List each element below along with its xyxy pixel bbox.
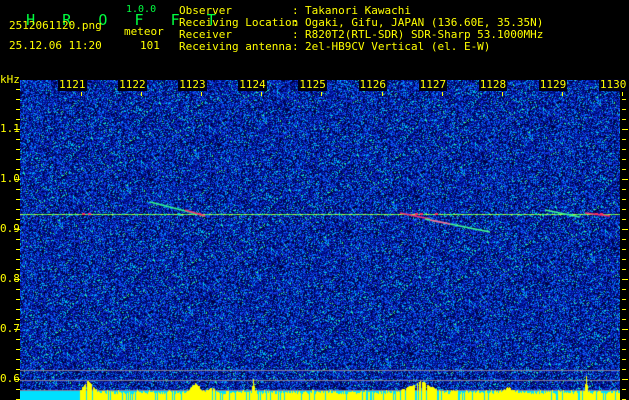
y-tick bbox=[622, 319, 626, 320]
y-tick bbox=[622, 369, 626, 370]
y-tick bbox=[622, 389, 626, 390]
meteor-label: meteor bbox=[124, 25, 164, 38]
y-tick bbox=[622, 279, 628, 280]
y-tick bbox=[16, 359, 20, 360]
y-tick bbox=[16, 299, 20, 300]
y-tick bbox=[16, 289, 20, 290]
y-tick bbox=[16, 159, 20, 160]
y-tick bbox=[16, 339, 20, 340]
y-tick bbox=[622, 329, 628, 330]
y-tick bbox=[622, 219, 626, 220]
y-tick bbox=[14, 329, 20, 330]
y-tick bbox=[16, 149, 20, 150]
x-tick-label: 1124 bbox=[238, 78, 267, 91]
x-tick bbox=[502, 92, 503, 96]
y-tick bbox=[16, 349, 20, 350]
y-tick bbox=[622, 259, 626, 260]
y-tick bbox=[16, 209, 20, 210]
y-tick bbox=[14, 129, 20, 130]
x-tick-label: 1127 bbox=[418, 78, 448, 91]
y-tick bbox=[622, 339, 626, 340]
info-label-antenna: Receiving antenna bbox=[179, 40, 292, 53]
y-tick bbox=[16, 319, 20, 320]
y-tick bbox=[622, 199, 626, 200]
x-tick bbox=[382, 92, 383, 96]
y-tick bbox=[16, 259, 20, 260]
y-tick bbox=[622, 309, 626, 310]
y-tick bbox=[622, 109, 626, 110]
app-version: 1.0.0 bbox=[126, 4, 157, 15]
y-tick bbox=[16, 249, 20, 250]
x-tick-label: 1129 bbox=[538, 78, 568, 91]
y-tick bbox=[622, 189, 626, 190]
y-tick bbox=[14, 229, 20, 230]
y-tick bbox=[16, 369, 20, 370]
y-tick bbox=[16, 389, 20, 390]
y-tick bbox=[622, 169, 626, 170]
y-tick bbox=[622, 139, 626, 140]
y-tick bbox=[622, 299, 626, 300]
x-tick bbox=[562, 92, 563, 96]
y-tick bbox=[622, 289, 626, 290]
y-tick bbox=[622, 269, 626, 270]
y-axis-unit: kHz bbox=[0, 73, 20, 86]
y-tick bbox=[622, 119, 626, 120]
x-tick-label: 1123 bbox=[178, 78, 207, 91]
y-tick bbox=[16, 199, 20, 200]
x-tick bbox=[141, 92, 142, 96]
y-tick bbox=[622, 149, 626, 150]
meteor-count: 101 bbox=[140, 39, 160, 52]
y-tick bbox=[622, 379, 628, 380]
y-tick bbox=[16, 169, 20, 170]
x-tick-label: 1130 bbox=[598, 78, 628, 91]
y-tick bbox=[14, 179, 20, 180]
x-tick bbox=[622, 92, 623, 96]
y-tick bbox=[622, 239, 626, 240]
y-tick bbox=[14, 279, 20, 280]
y-tick bbox=[16, 309, 20, 310]
x-tick-label: 1125 bbox=[298, 78, 327, 91]
y-tick bbox=[622, 349, 626, 350]
info-colon: : bbox=[292, 40, 299, 53]
x-tick bbox=[321, 92, 322, 96]
x-tick bbox=[261, 92, 262, 96]
y-tick bbox=[16, 99, 20, 100]
x-tick-label: 1126 bbox=[358, 78, 387, 91]
y-tick bbox=[16, 139, 20, 140]
x-tick-label: 1121 bbox=[58, 78, 87, 91]
info-value-antenna: 2el-HB9CV Vertical (el. E-W) bbox=[305, 40, 491, 53]
x-tick bbox=[81, 92, 82, 96]
y-tick bbox=[16, 219, 20, 220]
spectrogram bbox=[20, 80, 620, 400]
y-tick bbox=[622, 359, 626, 360]
y-tick bbox=[622, 249, 626, 250]
file-datetime: 25.12.06 11:20 bbox=[9, 39, 102, 52]
y-tick bbox=[14, 379, 20, 380]
y-tick bbox=[622, 179, 628, 180]
x-tick bbox=[442, 92, 443, 96]
y-tick bbox=[622, 99, 626, 100]
x-tick-label: 1122 bbox=[118, 78, 147, 91]
x-tick-label: 1128 bbox=[478, 78, 508, 91]
y-tick bbox=[16, 89, 20, 90]
y-tick bbox=[16, 269, 20, 270]
y-tick bbox=[16, 239, 20, 240]
y-tick bbox=[622, 209, 626, 210]
file-name: 2512061120.png bbox=[9, 19, 102, 32]
y-tick bbox=[622, 229, 628, 230]
y-tick bbox=[16, 119, 20, 120]
x-tick bbox=[201, 92, 202, 96]
y-tick bbox=[16, 109, 20, 110]
y-tick bbox=[16, 189, 20, 190]
y-tick bbox=[622, 159, 626, 160]
y-tick bbox=[622, 129, 628, 130]
